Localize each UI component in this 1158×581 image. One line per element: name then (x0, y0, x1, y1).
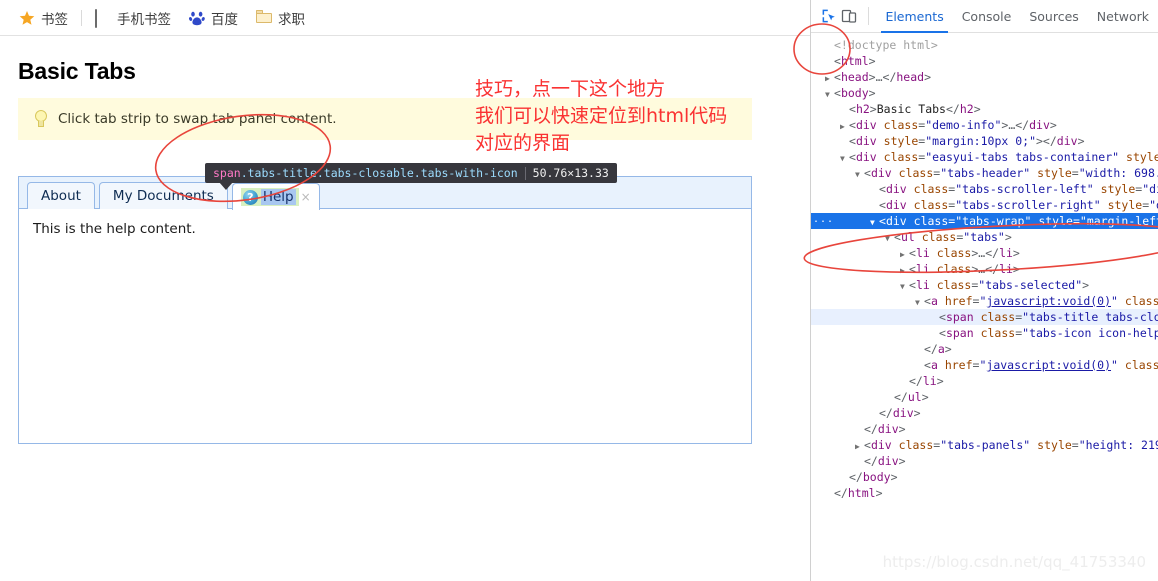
close-icon[interactable]: × (301, 190, 311, 204)
dom-node[interactable]: ▼<a href="javascript:void(0)" class="t (811, 293, 1158, 309)
tab-help[interactable]: ? Help × (231, 182, 320, 210)
bookmark-item-shuqian[interactable]: 书签 (10, 5, 77, 31)
dom-node[interactable]: </ul> (811, 389, 1158, 405)
help-icon: ? (242, 189, 258, 205)
dom-node[interactable]: </div> (811, 453, 1158, 469)
tab-link[interactable]: ? Help × (231, 183, 320, 210)
bookmarks-bar: 书签 手机书签 百度 求职 (0, 0, 810, 36)
tooltip-dimensions: 50.76×13.33 (532, 166, 609, 180)
chevron-right-icon[interactable]: ▶ (840, 119, 849, 133)
dom-node[interactable]: ▼ <div class="easyui-tabs tabs-container"… (811, 149, 1158, 165)
chevron-right-icon[interactable]: ▶ (900, 247, 909, 261)
dom-node[interactable]: <!doctype html> (811, 37, 1158, 53)
dom-node[interactable]: </body> (811, 469, 1158, 485)
dom-node[interactable]: </html> (811, 485, 1158, 501)
dom-breadcrumb-ellipsis-badge[interactable]: ... (813, 215, 833, 227)
tabs-container: About My Documents ? Help × This is the … (18, 176, 752, 444)
tab-link[interactable]: About (27, 182, 95, 209)
chevron-down-icon[interactable]: ▼ (870, 215, 879, 229)
bookmark-item-mobile[interactable]: 手机书签 (86, 5, 180, 31)
chevron-down-icon[interactable]: ▼ (840, 151, 849, 165)
dom-node[interactable]: </div> (811, 421, 1158, 437)
dom-node[interactable]: <span class="tabs-icon icon-help">< (811, 325, 1158, 341)
dom-node[interactable]: </li> (811, 373, 1158, 389)
devtools-toolbar: Elements Console Sources Network (811, 0, 1158, 33)
tab-title: Help (260, 189, 296, 205)
lightbulb-icon (34, 110, 48, 128)
bookmark-item-baidu[interactable]: 百度 (180, 5, 247, 31)
bookmark-label: 百度 (211, 11, 238, 28)
dom-node[interactable]: </div> (811, 405, 1158, 421)
folder-icon (256, 9, 272, 26)
element-inspector-tooltip: span.tabs-title.tabs-closable.tabs-with-… (205, 163, 617, 190)
dom-node[interactable]: ▶ <li class>…</li> (811, 261, 1158, 277)
tab-network[interactable]: Network (1088, 0, 1158, 33)
chevron-down-icon[interactable]: ▼ (855, 167, 864, 181)
tab-link[interactable]: My Documents (98, 182, 228, 209)
chevron-right-icon[interactable]: ▶ (825, 71, 834, 85)
star-icon (19, 10, 35, 26)
toolbar-divider (867, 7, 869, 25)
dom-node[interactable]: ▶ <div class="demo-info">…</div> (811, 117, 1158, 133)
dom-node[interactable]: ▶ <li class>…</li> (811, 245, 1158, 261)
tooltip-tag: span (213, 166, 241, 180)
dom-node-selected[interactable]: ▼ <div class="tabs-wrap" style="margin-le… (811, 213, 1158, 229)
dom-node[interactable]: ▼ <body> (811, 85, 1158, 101)
device-toolbar-icon[interactable] (839, 3, 859, 29)
tab-title: About (41, 188, 81, 204)
tab-elements[interactable]: Elements (876, 0, 952, 33)
bookmark-label: 书签 (41, 11, 68, 28)
bookmark-label: 手机书签 (117, 11, 171, 28)
dom-node[interactable]: <h2>Basic Tabs</h2> (811, 101, 1158, 117)
dom-node[interactable]: <span class="tabs-title tabs-closab (811, 309, 1158, 325)
dom-tree[interactable]: <!doctype html> <html> ▶ <head>…</head> ▼ <bo… (811, 33, 1158, 581)
tab-my-documents[interactable]: My Documents (98, 182, 228, 209)
tab-panel-content: This is the help content. (19, 209, 751, 249)
dom-node[interactable]: <div style="margin:10px 0;"></div> (811, 133, 1158, 149)
devtools-panel: Elements Console Sources Network <!docty… (810, 0, 1158, 581)
chevron-down-icon[interactable]: ▼ (900, 279, 909, 293)
watermark: https://blog.csdn.net/qq_41753340 (882, 553, 1146, 571)
demo-info-text: Click tab strip to swap tab panel conten… (58, 111, 337, 127)
annotation-line-2: 我们可以快速定位到html代码 (475, 104, 728, 127)
chevron-right-icon[interactable]: ▶ (900, 263, 909, 277)
page-title: Basic Tabs (18, 58, 136, 84)
chevron-down-icon[interactable]: ▼ (885, 231, 894, 245)
phone-icon (95, 8, 111, 28)
dom-node[interactable]: <div class="tabs-scroller-right" style="… (811, 197, 1158, 213)
annotation-line-1: 技巧，点一下这个地方 (475, 78, 666, 100)
panel-text: This is the help content. (33, 221, 196, 237)
chevron-down-icon[interactable]: ▼ (915, 295, 924, 309)
inspect-element-icon[interactable] (819, 3, 839, 29)
bookmark-label: 求职 (278, 11, 305, 28)
baidu-icon (189, 10, 205, 26)
bookmark-item-qiuzhi[interactable]: 求职 (247, 5, 314, 31)
dom-node[interactable]: ▶ <head>…</head> (811, 69, 1158, 85)
tooltip-classes: .tabs-title.tabs-closable.tabs-with-icon (240, 166, 518, 180)
annotation-note: 技巧，点一下这个地方 我们可以快速定位到html代码 对应的界面 (475, 76, 727, 157)
dom-node[interactable]: <html> (811, 53, 1158, 69)
web-page-viewport: Basic Tabs Click tab strip to swap tab p… (0, 36, 810, 581)
chevron-down-icon[interactable]: ▼ (825, 87, 834, 101)
dom-node[interactable]: ▶ <div class="tabs-panels" style="height:… (811, 437, 1158, 453)
tab-console[interactable]: Console (953, 0, 1021, 33)
bookmarks-divider (81, 9, 82, 26)
tooltip-divider (524, 166, 526, 180)
dom-node[interactable]: <a href="javascript:void(0)" class="t (811, 357, 1158, 373)
tab-help-inner: ? Help (240, 188, 299, 206)
annotation-line-3: 对应的界面 (475, 131, 571, 154)
tab-title: My Documents (112, 188, 214, 204)
dom-node[interactable]: ▼ <li class="tabs-selected"> (811, 277, 1158, 293)
dom-node[interactable]: ▼ <div class="tabs-header" style="width: … (811, 165, 1158, 181)
dom-node[interactable]: <div class="tabs-scroller-left" style="d… (811, 181, 1158, 197)
dom-node[interactable]: </a> (811, 341, 1158, 357)
chevron-right-icon[interactable]: ▶ (855, 439, 864, 453)
dom-node[interactable]: ▼ <ul class="tabs"> (811, 229, 1158, 245)
tab-sources[interactable]: Sources (1020, 0, 1087, 33)
tab-about[interactable]: About (27, 182, 95, 209)
